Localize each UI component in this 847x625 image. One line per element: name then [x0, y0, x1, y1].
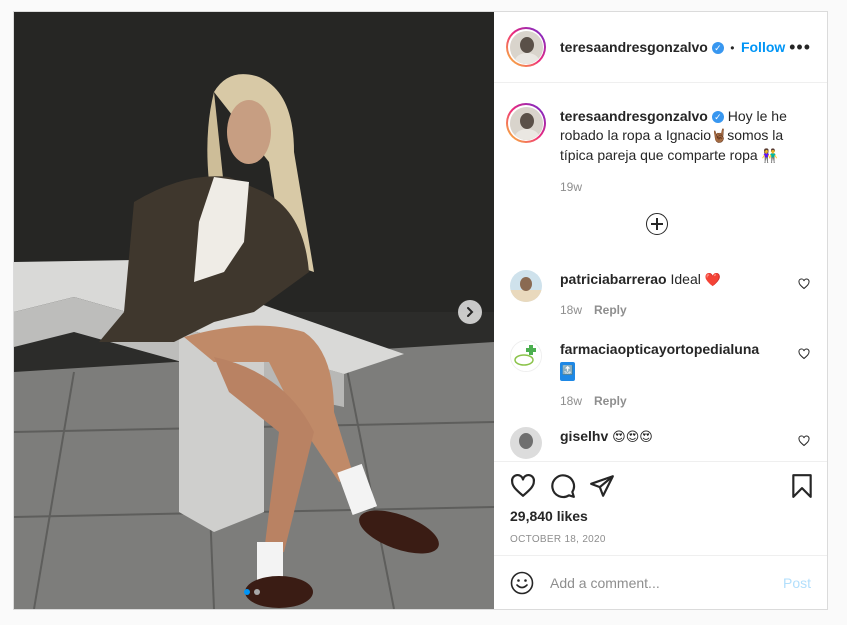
avatar-photo [509, 106, 543, 140]
verified-badge-icon: ✓ [711, 111, 724, 124]
caption-username[interactable]: teresaandresgonzalvo [560, 108, 708, 124]
comment-icon[interactable] [550, 473, 576, 499]
author-username[interactable]: teresaandresgonzalvo [560, 39, 708, 55]
carousel-dot-active [244, 589, 250, 595]
commenter-avatar-photo [510, 270, 542, 302]
share-icon[interactable] [589, 473, 615, 499]
comment-emoji: 🔝 [560, 362, 576, 381]
caption-time: 19w [560, 180, 583, 194]
carousel-dot [254, 589, 260, 595]
comments-section: teresaandresgonzalvo ✓ Hoy le he robado l… [494, 83, 827, 461]
post-side-panel: teresaandresgonzalvo ✓ • Follow ••• tere… [494, 12, 827, 609]
chevron-right-icon [467, 307, 474, 317]
comment-item: farmaciaopticayortopedialuna 🔝 18w Reply [510, 340, 810, 415]
follow-button[interactable]: Follow [741, 39, 785, 55]
verified-badge-icon: ✓ [711, 41, 724, 54]
commenter-avatar[interactable] [510, 340, 542, 372]
heart-icon[interactable] [510, 473, 536, 499]
avatar-photo [509, 30, 543, 64]
emoji-icon[interactable] [510, 571, 534, 595]
commenter-avatar-photo [511, 341, 541, 371]
commenter-avatar-photo [510, 427, 542, 459]
post-date[interactable]: OCTOBER 18, 2020 [510, 534, 606, 545]
likes-count[interactable]: 29,840 likes [510, 508, 588, 524]
post-comment-button[interactable]: Post [783, 575, 811, 591]
comment-emoji: 😍😍😍 [612, 430, 653, 445]
commenter-username[interactable]: farmaciaopticayortopedialuna [560, 341, 759, 357]
author-avatar[interactable] [506, 27, 546, 67]
more-options-icon[interactable]: ••• [789, 38, 811, 56]
reply-button[interactable]: Reply [594, 394, 627, 408]
comment-item: giselhv 😍😍😍 [510, 427, 810, 461]
bookmark-icon[interactable] [789, 473, 815, 499]
photo-illustration [14, 12, 494, 609]
separator-dot: • [730, 41, 735, 55]
commenter-username[interactable]: patriciabarrerao [560, 271, 667, 287]
post-image[interactable] [14, 12, 494, 609]
commenter-username[interactable]: giselhv [560, 428, 608, 444]
commenter-avatar[interactable] [510, 270, 542, 302]
comment-time: 18w [560, 394, 583, 408]
carousel-indicator [244, 589, 260, 595]
action-bar: 29,840 likes OCTOBER 18, 2020 [494, 461, 827, 555]
comment-input[interactable] [548, 570, 772, 596]
caption-avatar[interactable] [506, 103, 546, 143]
commenter-avatar[interactable] [510, 427, 542, 459]
comment-emoji: ❤️ [704, 273, 721, 288]
like-comment-heart-icon[interactable] [798, 348, 810, 360]
comment-time: 18w [560, 303, 583, 317]
post-header: teresaandresgonzalvo ✓ • Follow ••• [494, 12, 827, 83]
caption-emoji-a: 🤘🏾 [711, 129, 728, 144]
caption: teresaandresgonzalvo ✓ Hoy le he robado l… [560, 107, 805, 194]
carousel-next-button[interactable] [458, 300, 482, 324]
like-comment-heart-icon[interactable] [798, 435, 810, 447]
post-card: teresaandresgonzalvo ✓ • Follow ••• tere… [13, 11, 828, 610]
load-more-comments-button[interactable] [646, 213, 668, 235]
add-comment-bar: Post [494, 555, 827, 609]
comment-text: Ideal [670, 271, 705, 287]
comment-item: patriciabarrerao Ideal ❤️ 18w Reply [510, 270, 810, 330]
like-comment-heart-icon[interactable] [798, 278, 810, 290]
caption-emoji-b: 👫 [761, 149, 778, 164]
reply-button[interactable]: Reply [594, 303, 627, 317]
